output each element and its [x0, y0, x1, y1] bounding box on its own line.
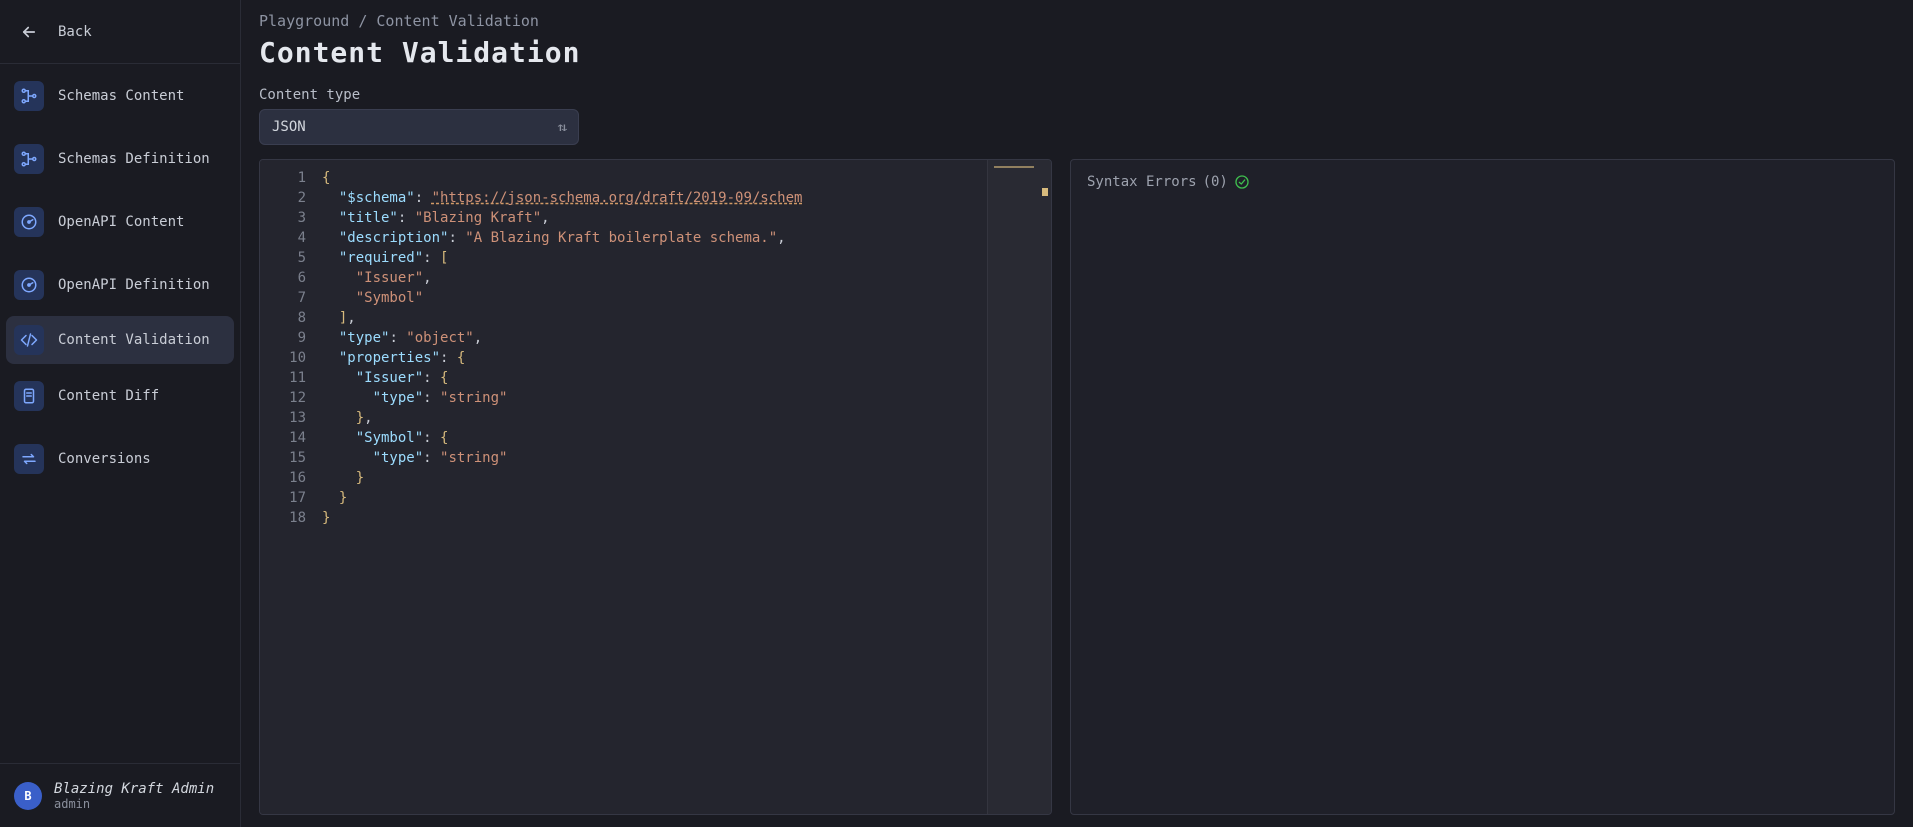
breadcrumb: Playground / Content Validation	[259, 12, 1895, 30]
sidebar-item-label: OpenAPI Content	[58, 214, 184, 230]
page-title: Content Validation	[259, 36, 1895, 69]
minimap[interactable]	[987, 160, 1051, 814]
swap-icon	[14, 444, 44, 474]
content-type-label: Content type	[259, 87, 1895, 103]
errors-count: (0)	[1203, 174, 1228, 190]
code-content[interactable]: { "$schema": "https://json-schema.org/dr…	[316, 160, 987, 814]
chevron-up-down-icon: ⇅	[557, 120, 567, 134]
sidebar-item-label: OpenAPI Definition	[58, 277, 210, 293]
sidebar-item-schemas-definition[interactable]: Schemas Definition	[0, 127, 240, 190]
main-content: Playground / Content Validation Content …	[241, 0, 1913, 827]
avatar: B	[14, 782, 42, 810]
errors-panel: Syntax Errors (0)	[1070, 159, 1895, 815]
sidebar-item-label: Content Diff	[58, 388, 159, 404]
sidebar-back-label: Back	[58, 24, 92, 40]
sidebar-item-label: Schemas Content	[58, 88, 184, 104]
sidebar-back[interactable]: Back	[0, 0, 240, 63]
user-name: Blazing Kraft Admin	[54, 781, 214, 797]
sidebar-item-label: Conversions	[58, 451, 151, 467]
sidebar-item-label: Content Validation	[58, 332, 210, 348]
code-icon	[14, 325, 44, 355]
user-panel[interactable]: B Blazing Kraft Admin admin	[0, 763, 240, 827]
sidebar-item-content-diff[interactable]: Content Diff	[0, 364, 240, 427]
user-role: admin	[54, 797, 214, 811]
diff-icon	[14, 381, 44, 411]
content-type-select[interactable]: JSON ⇅	[259, 109, 579, 145]
sidebar-item-label: Schemas Definition	[58, 151, 210, 167]
errors-title-text: Syntax Errors	[1087, 174, 1197, 190]
arrow-left-icon	[14, 17, 44, 47]
line-numbers: 123456789101112131415161718	[260, 160, 316, 814]
check-circle-icon	[1234, 174, 1250, 190]
sidebar-item-openapi-definition[interactable]: OpenAPI Definition	[0, 253, 240, 316]
sidebar-item-openapi-content[interactable]: OpenAPI Content	[0, 190, 240, 253]
gauge-icon	[14, 207, 44, 237]
sidebar-item-schemas-content[interactable]: Schemas Content	[0, 64, 240, 127]
gauge-icon	[14, 270, 44, 300]
schema-icon	[14, 81, 44, 111]
schema-icon	[14, 144, 44, 174]
select-value: JSON	[272, 119, 306, 135]
sidebar-item-content-validation[interactable]: Content Validation	[6, 316, 234, 364]
sidebar-item-conversions[interactable]: Conversions	[0, 427, 240, 490]
code-editor[interactable]: 123456789101112131415161718 { "$schema":…	[259, 159, 1052, 815]
sidebar: Back Schemas Content Schemas Definition …	[0, 0, 241, 827]
